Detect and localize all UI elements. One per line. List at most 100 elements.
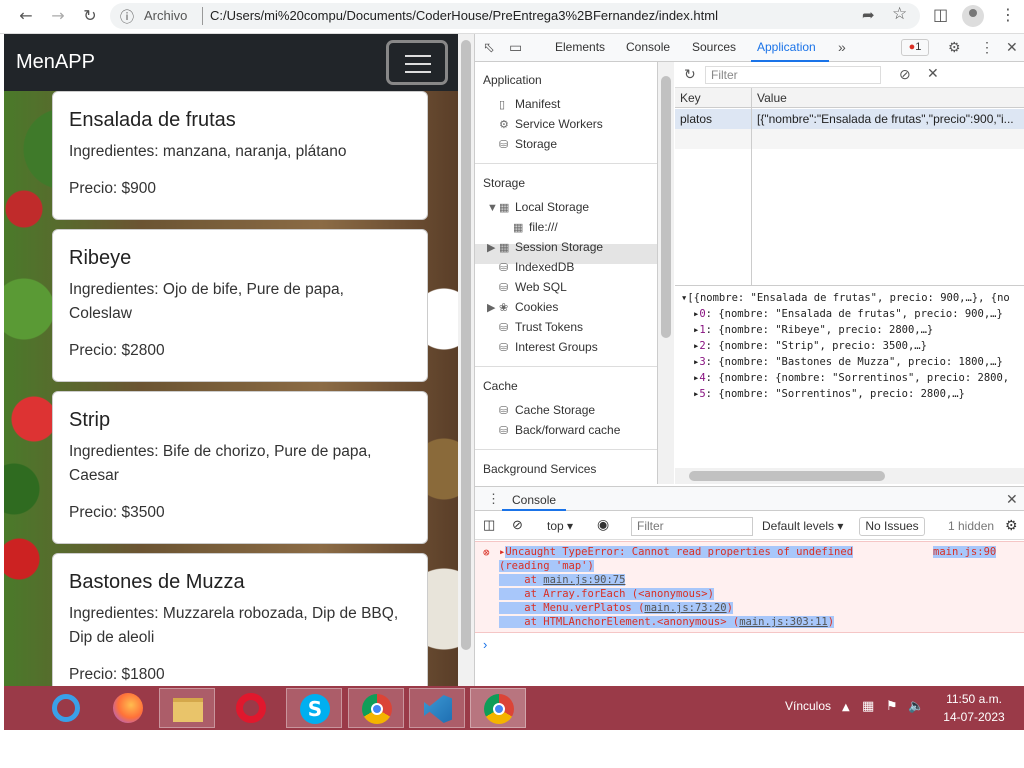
ie-glyph [52, 694, 80, 722]
page-scrollbar[interactable] [458, 34, 474, 686]
live-expression-eye-icon[interactable]: ◉ [597, 516, 609, 533]
devtools-menu-icon[interactable]: ⋮ [980, 39, 994, 56]
sidepanel-icon[interactable]: ◫ [933, 5, 948, 24]
reload-icon[interactable]: ↻ [78, 4, 102, 28]
sidebar-item-websql[interactable]: ⛁ Web SQL [499, 280, 567, 294]
chrome-icon[interactable] [470, 688, 526, 728]
links-toolbar-label[interactable]: Vínculos [785, 699, 831, 713]
sidebar-toggle-icon[interactable]: ◫ [483, 517, 495, 533]
sidebar-scrollbar[interactable] [658, 62, 674, 484]
sidebar-item-trust-tokens[interactable]: ⛁ Trust Tokens [499, 320, 583, 334]
bookmark-star-icon[interactable]: ☆ [892, 4, 907, 24]
firefox-icon[interactable] [100, 688, 156, 728]
sidebar-item-bfcache[interactable]: ⛁ Back/forward cache [499, 423, 620, 437]
tree-item[interactable]: ▸4: {nombre: {nombre: "Sorrentinos", pre… [693, 372, 1009, 384]
close-drawer-icon[interactable]: ✕ [1006, 491, 1018, 508]
opera-icon[interactable] [223, 688, 279, 728]
tree-item[interactable]: ▸1: {nombre: "Ribeye", precio: 2800,…} [693, 324, 933, 336]
issues-button[interactable]: No Issues [859, 517, 925, 536]
error-count-badge[interactable]: ●1 [901, 39, 929, 56]
share-icon[interactable]: ➦ [862, 6, 875, 24]
database-icon: ⛁ [499, 262, 509, 274]
table-row[interactable]: platos [{"nombre":"Ensalada de frutas","… [675, 109, 1024, 129]
chrome-profile-icon[interactable] [348, 688, 404, 728]
tab-application[interactable]: Application [757, 40, 816, 54]
sidebar-item-interest-groups[interactable]: ⛁ Interest Groups [499, 340, 598, 354]
tree-root[interactable]: ▾[{nombre: "Ensalada de frutas", precio:… [681, 292, 1010, 304]
sidebar-item-file[interactable]: ▦ file:/// [513, 220, 558, 234]
more-tabs-icon[interactable]: » [838, 39, 846, 55]
address-separator [202, 7, 203, 25]
sidebar-item-storage[interactable]: ⛁ Storage [499, 137, 557, 151]
database-icon: ⛁ [499, 322, 509, 334]
menu-kebab-icon[interactable]: ⋮ [1000, 5, 1016, 24]
sidebar-item-manifest[interactable]: ▯ Manifest [499, 97, 560, 111]
sidebar-item-cache-storage[interactable]: ⛁ Cache Storage [499, 403, 595, 417]
log-levels-dropdown[interactable]: Default levels ▾ [762, 519, 843, 533]
skype-icon[interactable]: S [286, 688, 342, 728]
delete-selected-icon[interactable]: ✕ [927, 65, 939, 82]
horizontal-scrollbar[interactable] [675, 468, 1024, 484]
clear-console-icon[interactable]: ⊘ [512, 517, 523, 533]
error-text-line[interactable]: ▸Uncaught TypeError: Cannot read propert… [499, 546, 854, 558]
back-arrow-icon[interactable]: ← [14, 4, 38, 28]
internet-explorer-icon[interactable] [38, 688, 94, 728]
collapsed-triangle-icon[interactable]: ▶ [487, 301, 499, 314]
tree-item[interactable]: ▸5: {nombre: "Sorrentinos", precio: 2800… [693, 388, 965, 400]
tree-item[interactable]: ▸2: {nombre: "Strip", precio: 3500,…} [693, 340, 927, 352]
inspect-element-icon[interactable]: ⬁ [483, 39, 495, 56]
tree-item[interactable]: ▸0: {nombre: "Ensalada de frutas", preci… [693, 308, 1003, 320]
profile-avatar-icon[interactable] [962, 5, 984, 27]
vscode-icon[interactable] [409, 688, 465, 728]
tab-console[interactable]: Console [626, 40, 670, 54]
sidebar-item-indexeddb[interactable]: ⛁ IndexedDB [499, 260, 574, 274]
sidebar-item-local-storage[interactable]: ▼▦ Local Storage [487, 200, 589, 214]
console-filter-input[interactable]: Filter [631, 517, 753, 536]
device-toolbar-icon[interactable]: ▭ [509, 39, 522, 56]
collapsed-triangle-icon[interactable]: ▶ [487, 241, 499, 254]
sidebar-scrollbar-thumb[interactable] [661, 76, 671, 338]
chrome-center [493, 703, 505, 715]
network-icon[interactable]: ▦ [862, 699, 874, 714]
sidebar-item-service-workers[interactable]: ⚙ Service Workers [499, 117, 603, 131]
console-settings-gear-icon[interactable]: ⚙ [1005, 517, 1018, 534]
card-ingredients: Ingredientes: Muzzarela robozada, Dip de… [69, 605, 399, 646]
address-bar[interactable]: ⓘ Archivo C:/Users/mi%20compu/Documents/… [110, 3, 920, 29]
stack-link[interactable]: main.js:90:75 [543, 574, 625, 586]
error-source-link[interactable]: main.js:90 [933, 546, 997, 558]
close-devtools-icon[interactable]: ✕ [1006, 39, 1018, 56]
tab-elements[interactable]: Elements [555, 40, 605, 54]
horizontal-scrollbar-thumb[interactable] [689, 471, 885, 481]
storage-filter-input[interactable]: Filter [705, 66, 881, 84]
console-prompt-icon[interactable]: › [483, 637, 487, 652]
tray-expand-arrow-icon[interactable]: ▲ [842, 702, 850, 713]
column-header-value[interactable]: Value [757, 91, 787, 105]
info-icon[interactable]: ⓘ [120, 7, 134, 27]
refresh-icon[interactable]: ↻ [684, 66, 696, 83]
drawer-tab-console[interactable]: Console [512, 493, 556, 507]
tab-sources[interactable]: Sources [692, 40, 736, 54]
action-center-flag-icon[interactable]: ⚑ [886, 699, 898, 714]
stack-link[interactable]: main.js:73:20 [644, 602, 726, 614]
file-explorer-icon[interactable] [159, 688, 215, 728]
navbar-toggler-button[interactable] [386, 40, 448, 85]
row-value: [{"nombre":"Ensalada de frutas","precio"… [757, 112, 1014, 126]
card-title: Ribeye [69, 247, 132, 269]
url-text[interactable]: C:/Users/mi%20compu/Documents/CoderHouse… [210, 8, 718, 23]
page-scrollbar-thumb[interactable] [461, 40, 471, 650]
application-sidebar: Application ▯ Manifest ⚙ Service Workers ⛁… [475, 62, 658, 484]
expanded-triangle-icon[interactable]: ▼ [487, 202, 499, 214]
settings-gear-icon[interactable]: ⚙ [948, 39, 961, 56]
tree-item[interactable]: ▸3: {nombre: "Bastones de Muzza", precio… [693, 356, 1003, 368]
column-header-key[interactable]: Key [680, 91, 701, 105]
volume-icon[interactable]: 🔈 [908, 699, 924, 714]
stack-link[interactable]: main.js:303:11 [739, 616, 828, 628]
context-select[interactable]: top ▾ [547, 519, 573, 533]
clear-all-icon[interactable]: ⊘ [899, 66, 911, 83]
sidebar-item-cookies[interactable]: ▶ ❀ Cookies [487, 300, 558, 314]
navbar-brand[interactable]: MenAPP [16, 51, 95, 74]
drawer-menu-icon[interactable]: ⋮ [487, 491, 500, 507]
sidebar-item-session-storage[interactable]: ▶ ▦ Session Storage [487, 240, 603, 254]
forward-arrow-icon[interactable]: → [46, 4, 70, 28]
system-clock[interactable]: 11:50 a.m. 14-07-2023 [934, 690, 1014, 726]
